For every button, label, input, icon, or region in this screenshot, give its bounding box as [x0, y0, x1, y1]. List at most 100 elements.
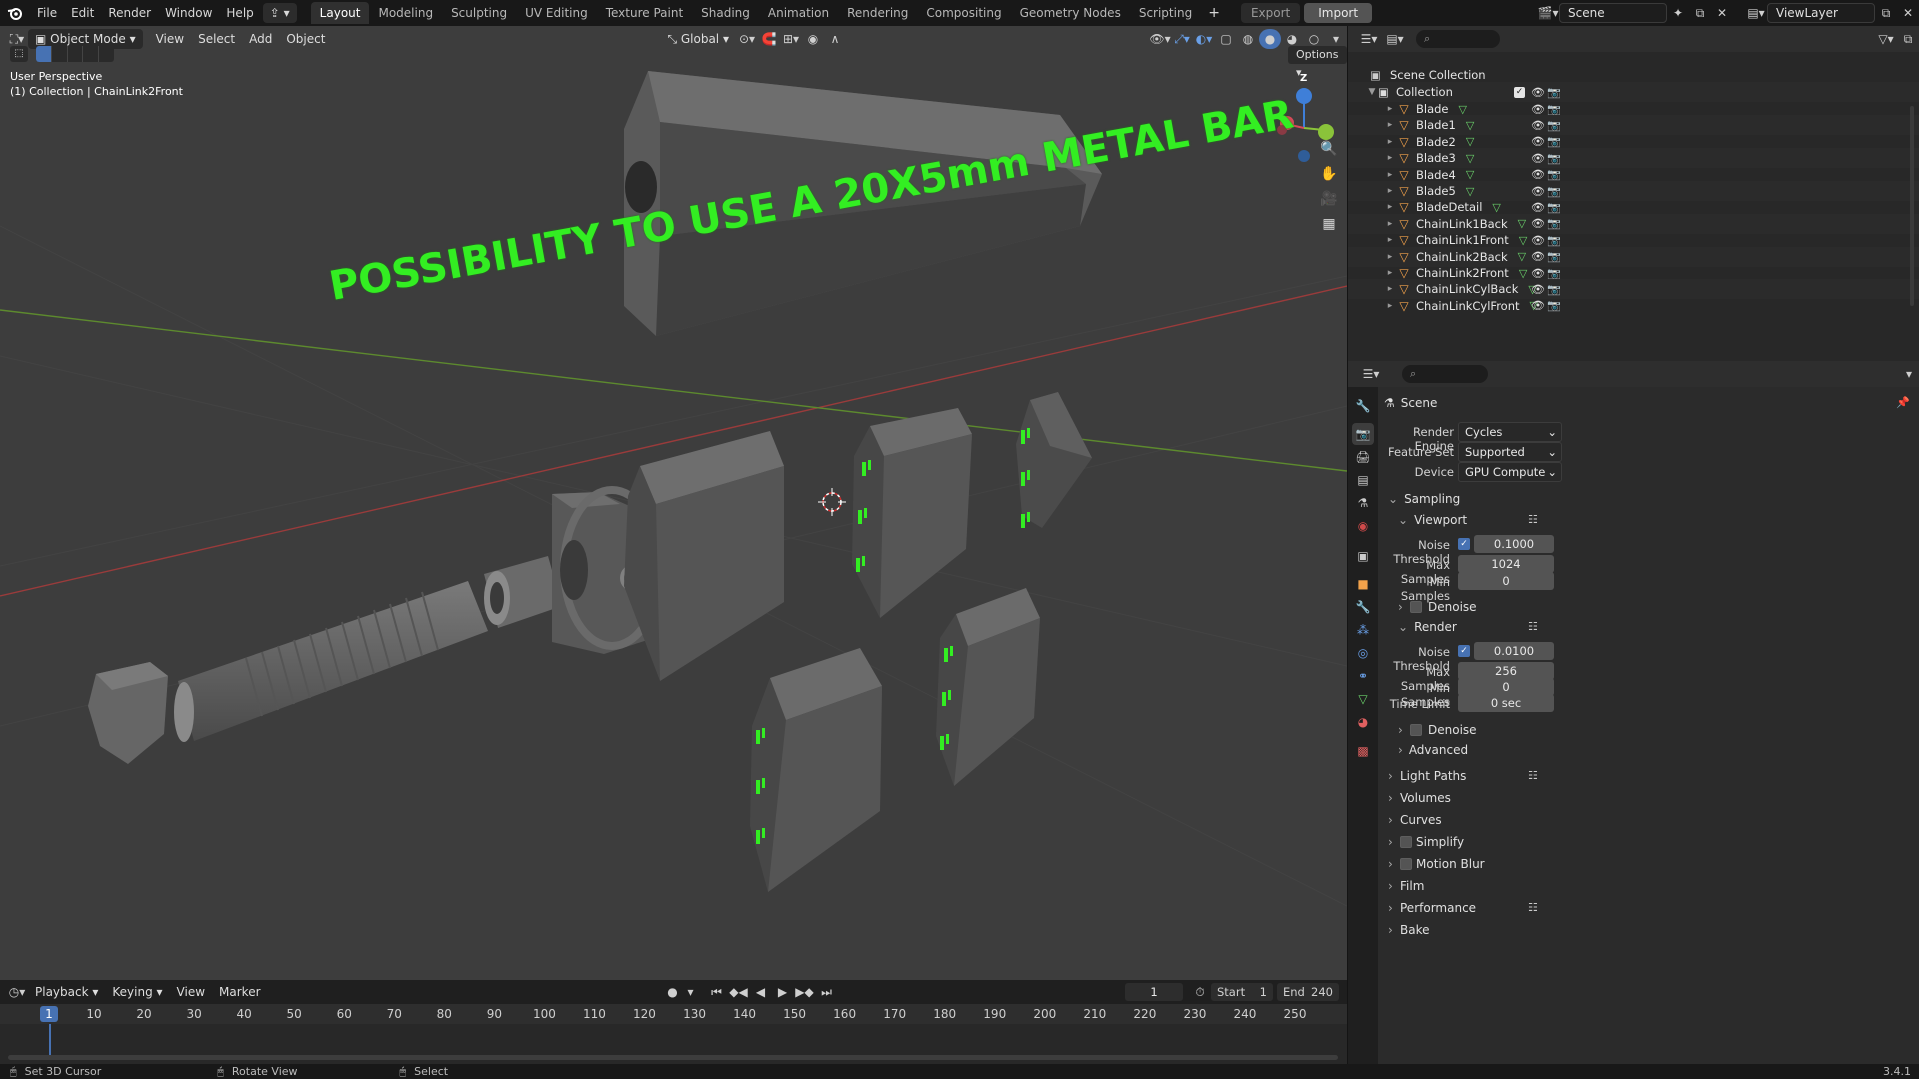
section-presets-icon[interactable]: ☷: [1528, 765, 1538, 787]
object-expand-icon[interactable]: ▸: [1384, 153, 1396, 163]
overlay-toggle-icon[interactable]: ◐▾: [1193, 29, 1215, 49]
mesh-data-icon[interactable]: ▽: [1466, 152, 1474, 165]
pin-context-icon[interactable]: 📌: [1896, 396, 1910, 409]
world-tab-icon[interactable]: ◉: [1352, 515, 1374, 537]
output-tab-icon[interactable]: 🖨: [1352, 446, 1374, 468]
render-tab-icon[interactable]: 📷: [1352, 423, 1374, 445]
object-render-icon[interactable]: 📷: [1547, 185, 1561, 198]
viewport-subsection-header[interactable]: ⌄ Viewport: [1398, 513, 1467, 527]
object-visibility-icon[interactable]: 👁: [1531, 119, 1545, 132]
new-view-layer-icon[interactable]: ⧉: [1875, 3, 1897, 23]
outliner-panel[interactable]: ☰▾ ▤▾ ⌕ ▽▾ ⧉ ▣ Scene Collection ▼ ▣ Coll…: [1347, 26, 1919, 361]
viewport-denoise-header[interactable]: ›: [1398, 600, 1409, 614]
tab-uv-editing[interactable]: UV Editing: [516, 2, 597, 24]
prev-keyframe-icon[interactable]: ◆◀: [728, 982, 750, 1002]
preview-range-icon[interactable]: ⏱: [1189, 982, 1211, 1002]
tab-compositing[interactable]: Compositing: [917, 2, 1010, 24]
object-expand-icon[interactable]: ▸: [1384, 202, 1396, 212]
data-tab-icon[interactable]: ▽: [1352, 688, 1374, 710]
3d-cursor-icon[interactable]: [818, 488, 846, 516]
properties-editor-type-icon[interactable]: ☰▾: [1360, 364, 1382, 384]
object-visibility-icon[interactable]: 👁: [1531, 168, 1545, 181]
section-presets-icon[interactable]: ☷: [1528, 897, 1538, 919]
object-render-icon[interactable]: 📷: [1547, 168, 1561, 181]
new-scene-icon[interactable]: ⧉: [1689, 3, 1711, 23]
gizmo-toggle-icon[interactable]: ⤢▾: [1171, 29, 1193, 49]
physics-tab-icon[interactable]: ◎: [1352, 642, 1374, 664]
object-visibility-icon[interactable]: 👁: [1531, 185, 1545, 198]
section-checkbox[interactable]: [1400, 858, 1412, 870]
select-subtract-icon[interactable]: [66, 46, 83, 62]
mesh-data-icon[interactable]: ▽: [1466, 119, 1474, 132]
blade-segment-center-mesh[interactable]: [624, 431, 784, 681]
record-options-icon[interactable]: ▾: [684, 982, 698, 1002]
falloff-icon[interactable]: ∧: [824, 29, 846, 49]
viewport-noise-threshold-checkbox[interactable]: ✓: [1458, 538, 1470, 550]
object-render-icon[interactable]: 📷: [1547, 217, 1561, 230]
timeline-scrollbar[interactable]: [8, 1055, 1338, 1060]
collection-expand-icon[interactable]: ▼: [1366, 87, 1378, 97]
object-visibility-icon[interactable]: 👁: [1531, 217, 1545, 230]
view-layer-tab-icon[interactable]: ▤: [1352, 469, 1374, 491]
object-expand-icon[interactable]: ▸: [1384, 235, 1396, 245]
outliner-search-input[interactable]: ⌕: [1416, 30, 1500, 48]
mesh-data-icon[interactable]: ▽: [1466, 185, 1474, 198]
timeline-editor[interactable]: ◷▾ Playback ▾ Keying ▾ View Marker ● ▾ ⏮…: [0, 980, 1347, 1064]
material-tab-icon[interactable]: ◕: [1352, 711, 1374, 733]
collection-tab-icon[interactable]: ▣: [1352, 545, 1374, 567]
render-denoise-checkbox[interactable]: [1410, 724, 1422, 736]
object-expand-icon[interactable]: ▸: [1384, 170, 1396, 180]
viewport-presets-icon[interactable]: ☷: [1528, 513, 1538, 526]
object-visibility-icon[interactable]: 👁: [1531, 299, 1545, 312]
import-button[interactable]: Import: [1304, 3, 1373, 23]
tab-texture-paint[interactable]: Texture Paint: [597, 2, 692, 24]
tab-rendering[interactable]: Rendering: [838, 2, 917, 24]
playback-menu[interactable]: Playback ▾: [28, 982, 105, 1002]
render-engine-dropdown[interactable]: Cycles ⌄: [1458, 422, 1562, 442]
marker-menu[interactable]: Marker: [212, 982, 267, 1002]
menu-file[interactable]: File: [30, 3, 64, 23]
current-frame-field[interactable]: 1: [1125, 983, 1183, 1001]
object-tab-icon[interactable]: ■: [1352, 573, 1374, 595]
tab-scripting[interactable]: Scripting: [1130, 2, 1201, 24]
keying-menu[interactable]: Keying ▾: [105, 982, 169, 1002]
timeline-editor-type-icon[interactable]: ◷▾: [6, 982, 28, 1002]
render-noise-threshold-checkbox[interactable]: ✓: [1458, 645, 1470, 657]
object-expand-icon[interactable]: ▸: [1384, 284, 1396, 294]
properties-section-header[interactable]: › Light Paths ☷: [1382, 765, 1908, 787]
outliner-editor-type-icon[interactable]: ☰▾: [1358, 29, 1380, 49]
tab-sculpting[interactable]: Sculpting: [442, 2, 516, 24]
object-render-icon[interactable]: 📷: [1547, 119, 1561, 132]
blade-tip-mesh[interactable]: [1016, 392, 1092, 528]
timeline-ruler[interactable]: 1 10 20 30 40 50 60 70 80 90 100 110 120 130 140 150 160…: [0, 1004, 1347, 1024]
feature-set-dropdown[interactable]: Supported ⌄: [1458, 442, 1562, 462]
texture-tab-icon[interactable]: ▩: [1352, 740, 1374, 762]
render-time-limit-field[interactable]: 0 sec: [1458, 694, 1554, 712]
menu-edit[interactable]: Edit: [64, 3, 101, 23]
delete-view-layer-icon[interactable]: ✕: [1897, 3, 1919, 23]
collection-visibility-icon[interactable]: 👁: [1531, 86, 1545, 99]
properties-section-header[interactable]: › Film: [1382, 875, 1908, 897]
object-expand-icon[interactable]: ▸: [1384, 301, 1396, 311]
properties-panel[interactable]: ☰▾ ⌕ ▾ 🔧 📷 🖨 ▤ ⚗ ◉ ▣ ■ 🔧 ⁂ ◎ ⚭ ▽ ◕ ▩ ⚗ Sc…: [1347, 361, 1919, 1064]
properties-section-header[interactable]: › Curves: [1382, 809, 1908, 831]
select-tool-icon[interactable]: ⬚: [10, 46, 28, 62]
object-render-icon[interactable]: 📷: [1547, 267, 1561, 280]
select-extend-icon[interactable]: [50, 46, 67, 62]
upload-icon[interactable]: ⇪ ▾: [262, 3, 297, 23]
device-dropdown[interactable]: GPU Compute ⌄: [1458, 462, 1562, 482]
viewport-scene[interactable]: [0, 26, 1347, 980]
tab-layout[interactable]: Layout: [310, 2, 370, 24]
object-render-icon[interactable]: 📷: [1547, 201, 1561, 214]
scene-tab-icon[interactable]: ⚗: [1352, 492, 1374, 514]
menu-object[interactable]: Object: [279, 29, 332, 49]
display-mode-icon[interactable]: ▤▾: [1384, 29, 1406, 49]
new-collection-icon[interactable]: ⧉: [1897, 29, 1919, 49]
record-icon[interactable]: ●: [662, 982, 684, 1002]
snap-target-icon[interactable]: ⊞▾: [780, 29, 802, 49]
view-layer-field[interactable]: ViewLayer: [1767, 3, 1875, 23]
properties-section-header[interactable]: › Volumes: [1382, 787, 1908, 809]
pin-icon[interactable]: ✦: [1667, 3, 1689, 23]
menu-view[interactable]: View: [149, 29, 191, 49]
object-visibility-icon[interactable]: 👁: [1531, 283, 1545, 296]
